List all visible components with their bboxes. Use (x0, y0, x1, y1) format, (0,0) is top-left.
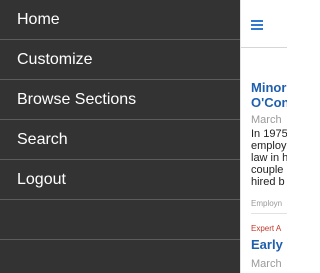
menu-item-label: Search (17, 130, 68, 148)
article-divider (251, 213, 287, 214)
top-bar (241, 0, 287, 48)
menu-item-label: Browse Sections (17, 90, 137, 108)
menu-divider (0, 240, 240, 273)
hamburger-icon[interactable] (251, 20, 263, 30)
article-title[interactable]: Early l (251, 237, 287, 252)
menu-divider (0, 200, 240, 240)
menu-item-search[interactable]: Search (0, 120, 240, 160)
menu-item-label: Logout (17, 170, 66, 188)
article-category[interactable]: Employn (251, 199, 287, 208)
main-content: Minori O'Con March In 1975 employ law in… (240, 0, 287, 273)
article-title[interactable]: Minori O'Con (251, 80, 287, 110)
article-section-label: Expert A (251, 224, 282, 233)
menu-item-customize[interactable]: Customize (0, 40, 240, 80)
article-date: March (251, 114, 282, 126)
navigation-drawer: Home Customize Browse Sections Search Lo… (0, 0, 240, 273)
menu-item-logout[interactable]: Logout (0, 160, 240, 200)
article-date: March (251, 258, 282, 270)
menu-item-browse-sections[interactable]: Browse Sections (0, 80, 240, 120)
menu-item-label: Home (17, 10, 60, 28)
article-excerpt: In 1975 employ law in h couple hired b (251, 128, 287, 188)
menu-item-home[interactable]: Home (0, 0, 240, 40)
menu-item-label: Customize (17, 50, 93, 68)
